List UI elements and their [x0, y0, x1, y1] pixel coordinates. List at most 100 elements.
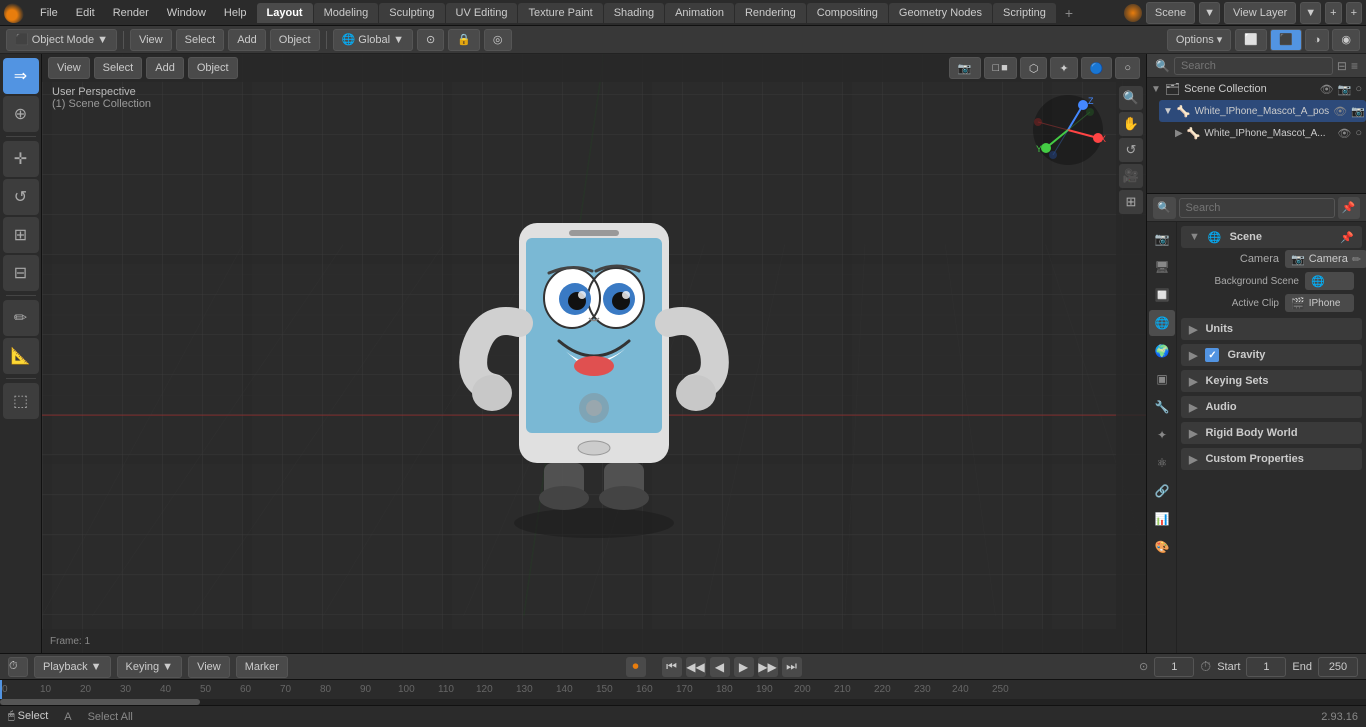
- viewport-3d[interactable]: View Select Add Object 📷 □ ■ ⬡ ✦ 🔵 ○: [42, 54, 1146, 653]
- mascot-eye[interactable]: 👁: [1333, 105, 1347, 118]
- vp-camera-view[interactable]: 🎥: [1119, 164, 1143, 188]
- props-physics-icon[interactable]: ⚛: [1149, 450, 1175, 476]
- vp-snap-btn[interactable]: 🔵: [1081, 57, 1113, 79]
- timeline-context-icon[interactable]: ⏱: [8, 657, 28, 677]
- move-tool[interactable]: ✛: [3, 141, 39, 177]
- mascot-child-eye[interactable]: 👁: [1337, 127, 1351, 140]
- tab-layout[interactable]: Layout: [257, 3, 313, 23]
- object-menu[interactable]: Object: [270, 29, 320, 51]
- vp-camera-btn[interactable]: 📷: [949, 57, 981, 79]
- props-object-icon[interactable]: ▣: [1149, 366, 1175, 392]
- filter-icon[interactable]: ⊟: [1337, 59, 1347, 73]
- current-frame[interactable]: [1154, 657, 1194, 677]
- view-layer-add[interactable]: +: [1346, 2, 1362, 24]
- scale-tool[interactable]: ⊞: [3, 217, 39, 253]
- viewport-shading-render[interactable]: ◉: [1332, 29, 1360, 51]
- tab-animation[interactable]: Animation: [665, 3, 734, 23]
- end-frame[interactable]: [1318, 657, 1358, 677]
- props-data-icon[interactable]: 📊: [1149, 506, 1175, 532]
- cursor-tool[interactable]: ⊕: [3, 96, 39, 132]
- props-filter-btn[interactable]: 🔍: [1153, 197, 1176, 219]
- add-cube-tool[interactable]: ⬚: [3, 383, 39, 419]
- vp-view-btn[interactable]: View: [48, 57, 90, 79]
- scene-collection-cam[interactable]: 📷: [1338, 83, 1352, 96]
- add-menu[interactable]: Add: [228, 29, 266, 51]
- custom-props-header[interactable]: ▶ Custom Properties: [1181, 448, 1362, 470]
- scene-header[interactable]: ▼ 🌐 Scene 📌: [1181, 226, 1362, 248]
- mascot-child-item[interactable]: ▶ 🦴 White_IPhone_Mascot_A... 👁 ○: [1171, 122, 1366, 144]
- menu-render[interactable]: Render: [105, 5, 157, 21]
- record-btn[interactable]: ⏺: [626, 657, 646, 677]
- rigid-body-header[interactable]: ▶ Rigid Body World: [1181, 422, 1362, 444]
- vp-orbit[interactable]: ↺: [1119, 138, 1143, 162]
- rotate-tool[interactable]: ↺: [3, 179, 39, 215]
- viewport-shading-material[interactable]: ◑: [1305, 29, 1330, 51]
- camera-edit-icon[interactable]: ✏: [1352, 253, 1361, 266]
- vp-proportional-btn[interactable]: ○: [1115, 57, 1140, 79]
- jump-start-btn[interactable]: ⏮: [662, 657, 682, 677]
- audio-header[interactable]: ▶ Audio: [1181, 396, 1362, 418]
- sort-icon[interactable]: ≡: [1351, 59, 1358, 73]
- tab-geometry-nodes[interactable]: Geometry Nodes: [889, 3, 992, 23]
- tab-shading[interactable]: Shading: [604, 3, 664, 23]
- menu-help[interactable]: Help: [216, 5, 255, 21]
- vp-frame-all[interactable]: ⊞: [1119, 190, 1143, 214]
- props-particles-icon[interactable]: ✦: [1149, 422, 1175, 448]
- keying-menu[interactable]: Keying ▼: [117, 656, 183, 678]
- jump-end-btn[interactable]: ⏭: [782, 657, 802, 677]
- playback-menu[interactable]: Playback ▼: [34, 656, 111, 678]
- scene-add[interactable]: +: [1325, 2, 1341, 24]
- scene-collection-item[interactable]: ▼ 🗂 Scene Collection 👁 📷 ○: [1147, 78, 1366, 100]
- vp-gizmo-btn[interactable]: ✦: [1050, 57, 1077, 79]
- mascot-parent-item[interactable]: ▼ 🦴 White_IPhone_Mascot_A_pos 👁 📷 ○: [1159, 100, 1366, 122]
- scene-selector[interactable]: Scene: [1146, 2, 1195, 24]
- vp-pan[interactable]: ✋: [1119, 112, 1143, 136]
- viewport-shading-wire[interactable]: ⬜: [1235, 29, 1267, 51]
- proportional-btn[interactable]: ◎: [484, 29, 512, 51]
- props-output-icon[interactable]: 🖥: [1149, 254, 1175, 280]
- pivot-btn[interactable]: ⊙: [417, 29, 444, 51]
- select-tool[interactable]: ⇒: [3, 58, 39, 94]
- keying-sets-header[interactable]: ▶ Keying Sets: [1181, 370, 1362, 392]
- props-world-icon[interactable]: 🌍: [1149, 338, 1175, 364]
- transform-tool[interactable]: ⊟: [3, 255, 39, 291]
- mascot-child-render[interactable]: ○: [1355, 127, 1362, 139]
- vp-select-btn[interactable]: Select: [94, 57, 143, 79]
- units-header[interactable]: ▶ Units: [1181, 318, 1362, 340]
- gravity-header[interactable]: ▶ ✓ Gravity: [1181, 344, 1362, 366]
- vp-overlay-btn[interactable]: ⬡: [1020, 57, 1048, 79]
- annotate-tool[interactable]: ✏: [3, 300, 39, 336]
- tab-scripting[interactable]: Scripting: [993, 3, 1056, 23]
- vp-add-btn[interactable]: Add: [146, 57, 184, 79]
- timeline-scrollbar-thumb[interactable]: [0, 699, 200, 705]
- props-modifier-icon[interactable]: 🔧: [1149, 394, 1175, 420]
- tab-sculpting[interactable]: Sculpting: [379, 3, 444, 23]
- props-render-icon[interactable]: 📷: [1149, 226, 1175, 252]
- next-keyframe-btn[interactable]: ▶▶: [758, 657, 778, 677]
- measure-tool[interactable]: 📐: [3, 338, 39, 374]
- gravity-checkbox[interactable]: ✓: [1205, 348, 1219, 362]
- timeline-track[interactable]: 0 10 20 30 40 50 60 70 80 90 100 110 120…: [0, 679, 1366, 705]
- props-material-icon[interactable]: 🎨: [1149, 534, 1175, 560]
- prev-frame-btn[interactable]: ◀◀: [686, 657, 706, 677]
- mascot-cam[interactable]: 📷: [1351, 105, 1365, 118]
- vp-zoom-in[interactable]: 🔍: [1119, 86, 1143, 110]
- select-menu[interactable]: Select: [176, 29, 225, 51]
- transform-selector[interactable]: 🌐 Global ▼: [333, 29, 413, 51]
- tab-compositing[interactable]: Compositing: [807, 3, 888, 23]
- props-pin-btn[interactable]: 📌: [1338, 197, 1361, 219]
- active-clip-value[interactable]: 🎬 IPhone: [1285, 294, 1354, 312]
- outliner-search[interactable]: [1174, 57, 1333, 75]
- marker-menu[interactable]: Marker: [236, 656, 288, 678]
- props-search[interactable]: [1179, 198, 1335, 218]
- start-frame[interactable]: [1246, 657, 1286, 677]
- viewport-shading-solid[interactable]: ⬛: [1270, 29, 1302, 51]
- scene-collection-render[interactable]: ○: [1355, 83, 1362, 95]
- tab-uv-editing[interactable]: UV Editing: [446, 3, 518, 23]
- options-btn[interactable]: Options ▾: [1167, 29, 1232, 51]
- menu-window[interactable]: Window: [159, 5, 214, 21]
- scene-expand[interactable]: ▼: [1199, 2, 1220, 24]
- vp-shading-btns[interactable]: □ ■: [984, 57, 1017, 79]
- props-scene-icon[interactable]: 🌐: [1149, 310, 1175, 336]
- tab-modeling[interactable]: Modeling: [314, 3, 379, 23]
